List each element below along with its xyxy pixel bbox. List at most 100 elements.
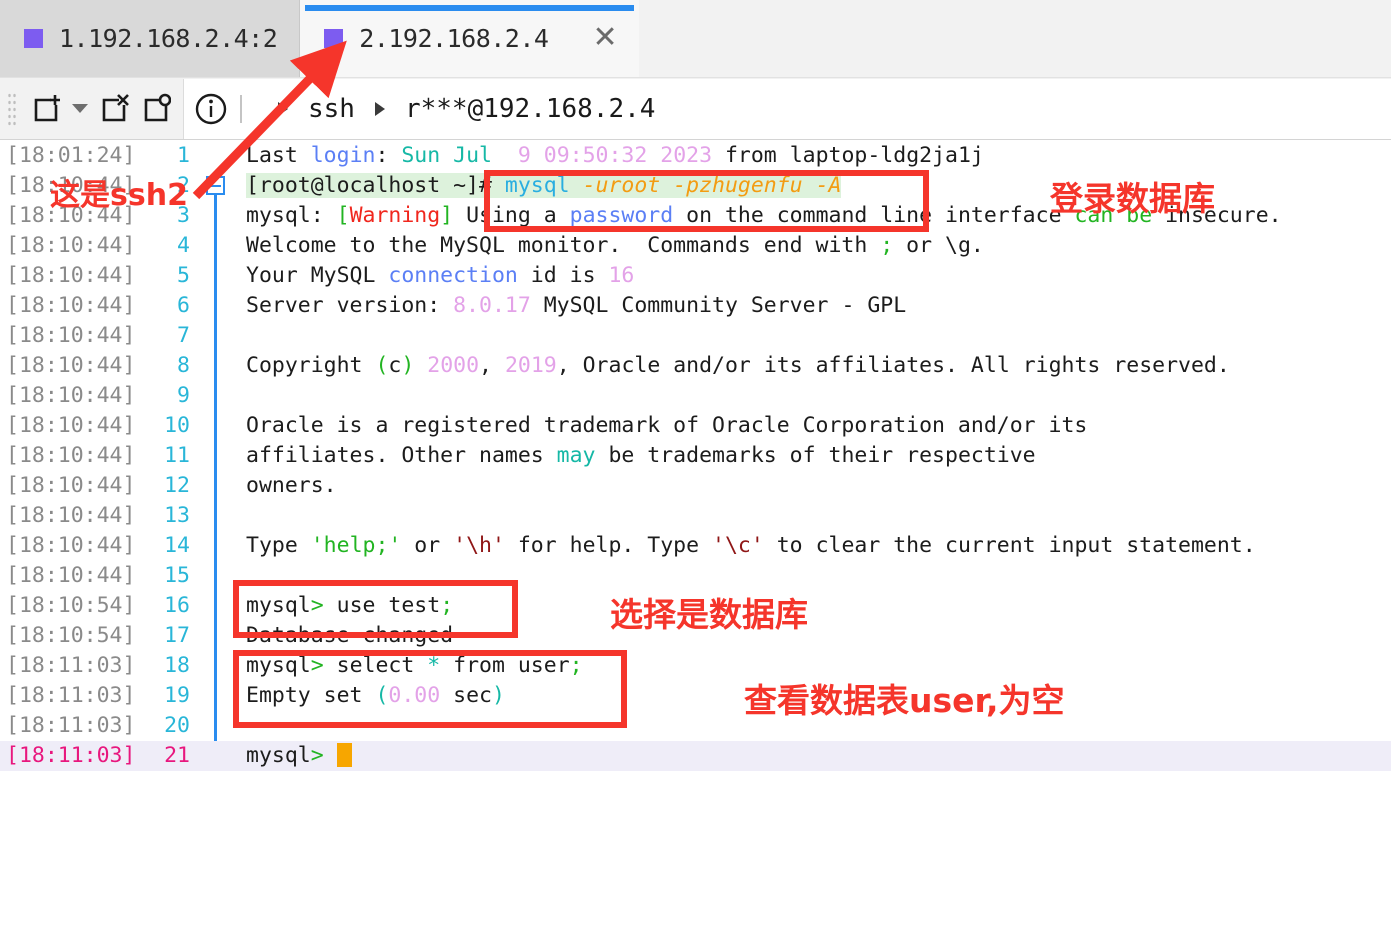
fold-gutter: [200, 681, 242, 711]
terminal-output[interactable]: [18:01:24] 1 Last login: Sun Jul 9 09:50:3…: [0, 141, 1391, 932]
line-content: Database changed: [246, 623, 454, 648]
line-content: Your MySQL connection id is 16: [246, 263, 635, 288]
line-number: 13: [164, 503, 190, 528]
fold-gutter: [200, 381, 242, 411]
line-timestamp: [18:10:44]: [6, 443, 136, 468]
breadcrumb-target[interactable]: r***@192.168.2.4: [405, 94, 655, 124]
line-number: 17: [164, 623, 190, 648]
fold-gutter: [200, 501, 242, 531]
line-timestamp: [18:10:54]: [6, 623, 136, 648]
tab-bar: 1.192.168.2.4:2 2.192.168.2.4 ✕: [0, 0, 1391, 78]
new-tab-button[interactable]: [25, 87, 67, 131]
reconnect-tab-button[interactable]: [135, 87, 177, 131]
breadcrumb-protocol[interactable]: ssh: [308, 94, 355, 124]
terminal-line: [18:10:44] 11 affiliates. Other names may …: [0, 441, 1391, 471]
close-tab-button[interactable]: [93, 87, 135, 131]
close-tab-icon: [102, 93, 129, 121]
line-number: 12: [164, 473, 190, 498]
line-content: affiliates. Other names may be trademark…: [246, 443, 1036, 468]
line-number: 6: [177, 293, 190, 318]
terminal-line: [18:10:44] 4 Welcome to the MySQL monitor.…: [0, 231, 1391, 261]
line-number: 16: [164, 593, 190, 618]
breadcrumb-divider: [240, 94, 242, 123]
line-timestamp: [18:10:44]: [6, 263, 136, 288]
terminal-line: [18:10:44] 15: [0, 561, 1391, 591]
line-timestamp: [18:10:44]: [6, 293, 136, 318]
line-number: 18: [164, 653, 190, 678]
new-tab-icon: [34, 94, 60, 121]
line-timestamp: [18:10:54]: [6, 593, 136, 618]
terminal-line: [18:11:03] 20: [0, 711, 1391, 741]
info-icon[interactable]: [194, 92, 228, 126]
line-content: mysql> select * from user;: [246, 653, 583, 678]
fold-gutter: [200, 531, 242, 561]
tab-status-square-icon: [24, 28, 43, 48]
line-number: 19: [164, 683, 190, 708]
terminal-line: [18:10:44] 2 [root@localhost ~]# mysql -ur…: [0, 171, 1391, 771]
tab-2-label: 2.192.168.2.4: [359, 23, 549, 53]
line-number: 21: [164, 743, 190, 768]
line-timestamp: [18:01:24]: [6, 143, 136, 168]
fold-gutter: [200, 291, 242, 321]
fold-gutter: [200, 621, 242, 651]
terminal-line: [18:11:03] 19 Empty set (0.00 sec): [0, 681, 1391, 711]
terminal-line: [18:10:44] 12 owners.: [0, 471, 1391, 501]
toolbar-drag-handle[interactable]: [7, 91, 17, 126]
fold-gutter: [200, 351, 242, 381]
terminal-line: [18:10:44] 5 Your MySQL connection id is 1…: [0, 261, 1391, 291]
line-timestamp: [18:11:03]: [6, 713, 136, 738]
line-timestamp: [18:11:03]: [6, 683, 136, 708]
fold-gutter: [200, 141, 242, 171]
terminal-line: [18:01:24] 1 Last login: Sun Jul 9 09:50:3…: [0, 141, 1391, 171]
fold-gutter: [200, 471, 242, 501]
line-content: [root@localhost ~]# mysql -uroot -pzhuge…: [246, 173, 842, 198]
line-timestamp: [18:10:44]: [6, 233, 136, 258]
line-timestamp: [18:11:03]: [6, 743, 136, 768]
line-timestamp: [18:10:44]: [6, 323, 136, 348]
line-content: Copyright (c) 2000, 2019, Oracle and/or …: [246, 353, 1230, 378]
terminal-line: [18:10:44] 6 Server version: 8.0.17 MySQL …: [0, 291, 1391, 321]
line-timestamp: [18:10:44]: [6, 353, 136, 378]
fold-gutter: [200, 741, 242, 771]
line-timestamp: [18:10:44]: [6, 503, 136, 528]
tab-status-square-icon: [324, 28, 344, 48]
line-number: 8: [177, 353, 190, 378]
line-number: 9: [177, 383, 190, 408]
line-number: 14: [164, 533, 190, 558]
terminal-line: [18:10:44] 7: [0, 321, 1391, 351]
line-number: 20: [164, 713, 190, 738]
fold-collapse-icon[interactable]: [206, 176, 225, 195]
breadcrumb: ssh r***@192.168.2.4: [183, 78, 1391, 139]
terminal-line: [18:10:44] 3 mysql: [Warning] Using a pass…: [0, 201, 1391, 231]
terminal-line: [18:10:54] 16 mysql> use test;: [0, 591, 1391, 621]
close-icon[interactable]: ✕: [592, 23, 617, 53]
line-timestamp: [18:10:44]: [6, 173, 136, 198]
fold-gutter: [200, 201, 242, 231]
tab-2[interactable]: 2.192.168.2.4 ✕: [300, 0, 640, 77]
new-tab-dropdown-button[interactable]: [67, 87, 93, 131]
line-number: 1: [177, 143, 190, 168]
terminal-line: [18:10:44] 14 Type 'help;' or '\h' for hel…: [0, 531, 1391, 561]
breadcrumb-arrow-icon: [278, 101, 288, 116]
line-timestamp: [18:10:44]: [6, 563, 136, 588]
terminal-line: [18:10:44] 9: [0, 381, 1391, 411]
line-content: Oracle is a registered trademark of Orac…: [246, 413, 1088, 438]
line-content: owners.: [246, 473, 337, 498]
fold-gutter: [200, 171, 242, 771]
terminal-line: [18:10:44] 13: [0, 501, 1391, 531]
line-timestamp: [18:10:44]: [6, 473, 136, 498]
terminal-line: [18:10:44] 10 Oracle is a registered trade…: [0, 411, 1391, 441]
line-content: Welcome to the MySQL monitor. Commands e…: [246, 233, 984, 258]
line-number: 15: [164, 563, 190, 588]
terminal-line: [18:11:03] 21 mysql>: [0, 741, 1391, 771]
line-number: 4: [177, 233, 190, 258]
line-number: 5: [177, 263, 190, 288]
tab-1[interactable]: 1.192.168.2.4:2: [0, 0, 301, 77]
fold-gutter: [200, 711, 242, 741]
chevron-down-icon: [72, 104, 88, 113]
fold-gutter: [200, 321, 242, 351]
breadcrumb-arrow-icon: [374, 101, 385, 116]
fold-gutter: [200, 651, 242, 681]
line-content: Type 'help;' or '\h' for help. Type '\c'…: [246, 533, 1256, 558]
terminal-line: [18:10:54] 17 Database changed: [0, 621, 1391, 651]
